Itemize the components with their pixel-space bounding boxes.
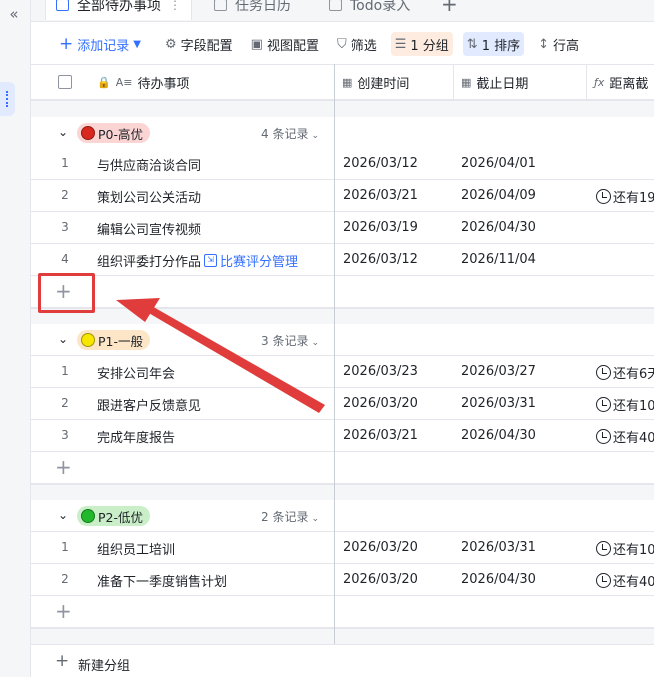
annotation-arrow-icon bbox=[116, 298, 325, 413]
